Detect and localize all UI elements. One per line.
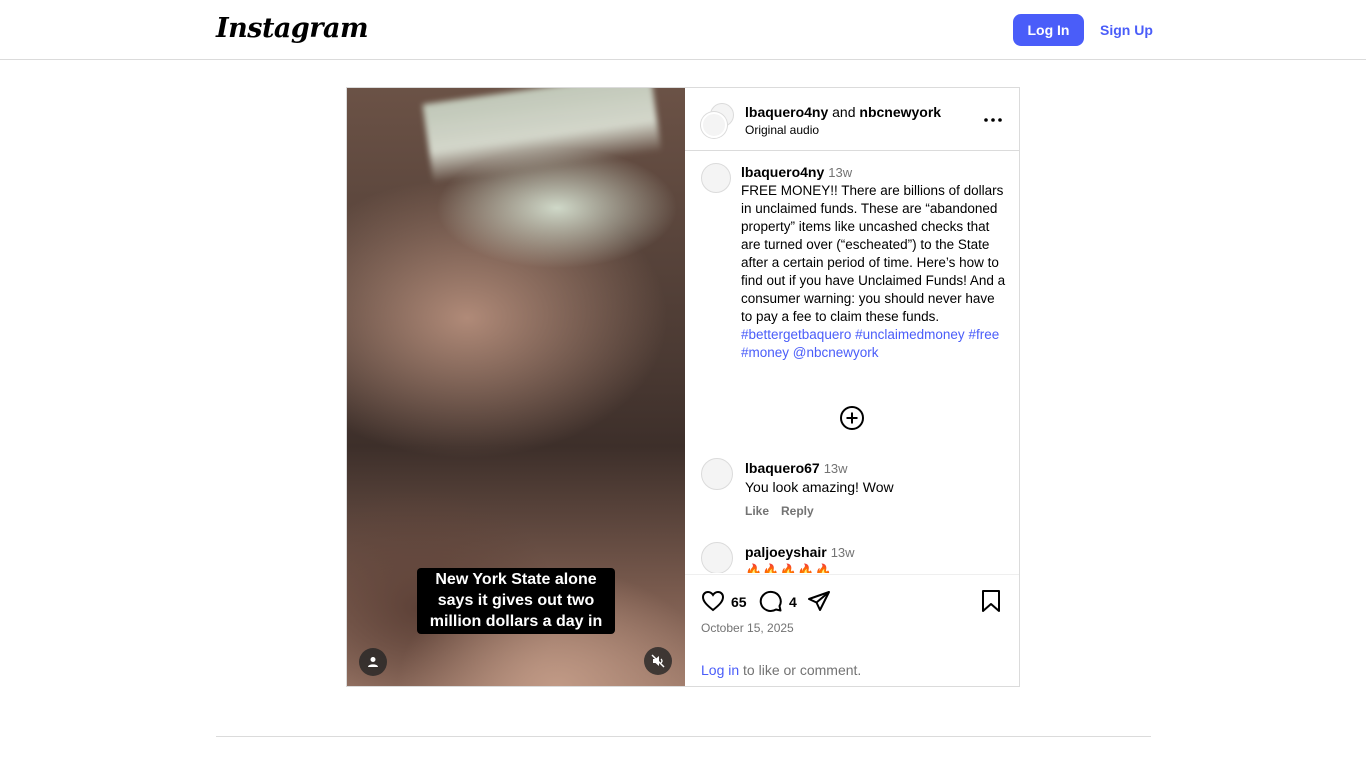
post-video[interactable]: New York State alone says it gives out t… — [347, 88, 685, 686]
post-authors: lbaquero4ny and nbcnewyork — [745, 104, 941, 120]
comments-count[interactable]: 4 — [789, 594, 797, 610]
mute-toggle-button[interactable] — [644, 647, 672, 675]
video-caption-line: says it gives out two — [437, 592, 595, 609]
avatar[interactable] — [701, 542, 733, 573]
post-header: lbaquero4ny and nbcnewyork Original audi… — [685, 88, 1019, 151]
author-username[interactable]: nbcnewyork — [859, 104, 941, 120]
post-card: New York State alone says it gives out t… — [346, 87, 1020, 687]
load-more-comments-button[interactable] — [839, 405, 865, 431]
caption-username[interactable]: lbaquero4ny — [741, 164, 824, 180]
comments-section[interactable]: lbaquero4ny 13w FREE MONEY!! There are bi… — [685, 151, 1019, 573]
login-prompt-text: to like or comment. — [739, 662, 862, 678]
comment-username[interactable]: paljoeyshair — [745, 544, 827, 560]
comment-time: 13w — [830, 545, 855, 560]
heart-icon — [701, 590, 725, 612]
save-button[interactable] — [981, 589, 1001, 618]
money-stack-image — [422, 88, 662, 184]
post-actions-bar: 65 4 October 15, 2025 Log in to like or … — [685, 574, 1019, 687]
comment-actions: Like Reply — [745, 504, 826, 518]
user-icon — [368, 657, 378, 667]
caption-text: FREE MONEY!! There are billions of dolla… — [741, 183, 1006, 324]
hashtag-link[interactable]: #money — [741, 345, 789, 360]
login-link[interactable]: Log in — [701, 662, 739, 678]
login-button[interactable]: Log In — [1013, 14, 1084, 46]
plus-circle-icon — [840, 406, 864, 430]
avatar — [701, 112, 727, 138]
comment: lbaquero67 13w You look amazing! Wow — [745, 459, 894, 496]
mention-link[interactable]: @nbcnewyork — [793, 345, 879, 360]
muted-speaker-icon — [651, 654, 665, 668]
post-sidebar: lbaquero4ny and nbcnewyork Original audi… — [685, 88, 1019, 686]
comment-time: 13w — [823, 461, 848, 476]
collab-avatars[interactable] — [701, 103, 735, 138]
login-prompt: Log in to like or comment. — [701, 662, 861, 678]
hashtag-link[interactable]: #unclaimedmoney — [855, 327, 965, 342]
avatar[interactable] — [701, 163, 731, 193]
likes-count[interactable]: 65 — [731, 594, 747, 610]
more-dots-icon — [984, 118, 1002, 122]
share-button[interactable] — [807, 589, 831, 618]
caption-time: 13w — [828, 165, 853, 180]
author-username[interactable]: lbaquero4ny — [745, 104, 828, 120]
signup-link[interactable]: Sign Up — [1094, 14, 1159, 46]
comment-bubble-icon — [759, 590, 782, 612]
comment-username[interactable]: lbaquero67 — [745, 460, 820, 476]
tagged-users-button[interactable] — [359, 648, 387, 676]
comment-button[interactable] — [759, 589, 783, 618]
post-caption: lbaquero4ny 13w FREE MONEY!! There are bi… — [741, 163, 1007, 362]
hashtag-link[interactable]: #bettergetbaquero — [741, 327, 851, 342]
hashtag-link[interactable]: #free — [968, 327, 999, 342]
bookmark-icon — [982, 590, 1000, 612]
top-nav-bar: Instagram Log In Sign Up — [0, 0, 1366, 60]
video-caption-overlay: New York State alone says it gives out t… — [417, 568, 615, 634]
comment-text: You look amazing! Wow — [745, 479, 894, 495]
like-button[interactable] — [701, 589, 725, 618]
comment-text: 🔥🔥🔥🔥🔥 — [745, 563, 833, 573]
comment-like-button[interactable]: Like — [745, 504, 769, 518]
footer-divider — [216, 736, 1151, 737]
video-caption-line: New York State alone — [435, 571, 597, 588]
avatar[interactable] — [701, 458, 733, 490]
audio-label[interactable]: Original audio — [745, 123, 819, 137]
instagram-logo[interactable]: Instagram — [216, 13, 369, 44]
post-date[interactable]: October 15, 2025 — [701, 621, 794, 635]
paper-plane-icon — [808, 591, 830, 611]
comment: paljoeyshair 13w 🔥🔥🔥🔥🔥 — [745, 543, 855, 573]
video-caption-line: million dollars a day in — [429, 613, 603, 630]
authors-joiner: and — [832, 104, 856, 120]
comment-reply-button[interactable]: Reply — [781, 504, 814, 518]
more-options-button[interactable] — [979, 110, 1007, 130]
